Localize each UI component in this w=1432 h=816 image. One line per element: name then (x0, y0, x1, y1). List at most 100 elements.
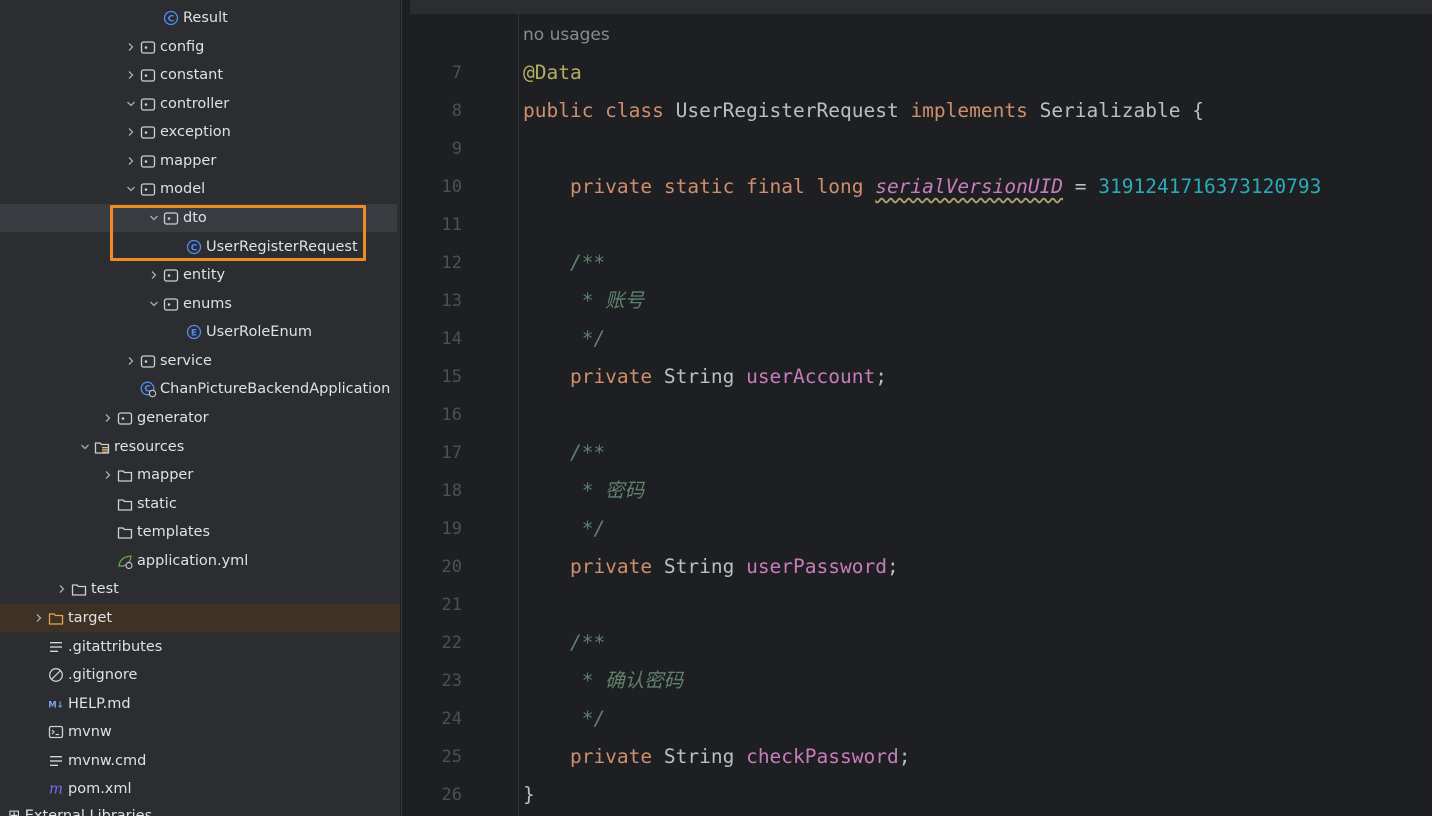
tree-item-gitattributes[interactable]: .gitattributes (0, 633, 397, 661)
tree-item-help-md[interactable]: M↓ HELP.md (0, 690, 397, 718)
chevron-right-icon[interactable] (100, 470, 116, 480)
chevron-down-icon[interactable] (146, 299, 162, 309)
package-icon (139, 352, 157, 370)
tree-item-mapper[interactable]: mapper (0, 461, 397, 489)
line-number: 18 (441, 481, 462, 501)
chevron-right-icon[interactable] (123, 42, 139, 52)
line-number: 9 (451, 139, 462, 159)
code-line[interactable]: private String userPassword; (523, 548, 899, 586)
tree-item-test[interactable]: test (0, 575, 397, 603)
tree-item-label: .gitignore (68, 667, 138, 684)
code-token: implements (910, 99, 1040, 122)
chevron-down-icon[interactable] (77, 442, 93, 452)
chevron-right-icon[interactable] (123, 70, 139, 80)
line-number: 10 (441, 177, 462, 197)
code-line[interactable]: */ (523, 320, 606, 358)
code-token: */ (523, 707, 606, 730)
code-token: public class (523, 99, 676, 122)
yaml-file-icon (116, 552, 134, 570)
package-icon (139, 152, 157, 170)
svg-text:C: C (168, 14, 175, 24)
tree-item-application-yml[interactable]: application.yml (0, 547, 397, 575)
line-number: 16 (441, 405, 462, 425)
tree-item-mvnw[interactable]: mvnw (0, 718, 397, 746)
tree-item-static[interactable]: static (0, 490, 397, 518)
code-line[interactable]: /** (523, 434, 605, 472)
tree-item-label: ChanPictureBackendApplication (160, 381, 391, 398)
chevron-right-icon[interactable] (54, 584, 70, 594)
code-line[interactable]: private static final long serialVersionU… (523, 168, 1321, 206)
code-line[interactable]: private String userAccount; (523, 358, 887, 396)
tree-item-generator[interactable]: generator (0, 404, 397, 432)
usage-hint[interactable]: no usages (523, 19, 610, 51)
tree-item-label: target (68, 609, 113, 626)
tree-item-label: config (160, 38, 205, 55)
tree-item-target[interactable]: target (0, 603, 400, 632)
tree-item-resources[interactable]: resources (0, 433, 397, 461)
code-line[interactable]: @Data (523, 54, 582, 92)
code-line[interactable]: } (523, 776, 535, 814)
tree-item-external-libraries[interactable]: ⊞ External Libraries (8, 806, 152, 816)
tree-item-label: pom.xml (68, 781, 132, 798)
code-token: checkPassword (746, 745, 899, 768)
tree-item-label: exception (160, 124, 231, 141)
code-token: Serializable { (1039, 99, 1204, 122)
svg-text:E: E (191, 329, 197, 339)
tree-item-controller[interactable]: controller (0, 90, 397, 118)
tree-item-config[interactable]: config (0, 33, 397, 61)
tree-item-label: .gitattributes (68, 638, 163, 655)
tree-item-label: enums (183, 295, 232, 312)
chevron-right-icon[interactable] (123, 156, 139, 166)
tree-item-service[interactable]: service (0, 347, 397, 375)
tree-item-model[interactable]: model (0, 175, 397, 203)
code-line[interactable]: * 账号 (523, 282, 645, 320)
tree-item-pom-xml[interactable]: m pom.xml (0, 775, 397, 803)
chevron-down-icon[interactable] (123, 99, 139, 109)
code-line[interactable]: private String checkPassword; (523, 738, 911, 776)
code-token: userAccount (746, 365, 876, 388)
code-token: private static final long (523, 175, 876, 198)
tree-item-mvnw-cmd[interactable]: mvnw.cmd (0, 747, 397, 775)
tree-item-exception[interactable]: exception (0, 118, 397, 146)
line-number: 17 (441, 443, 462, 463)
line-number: 25 (441, 747, 462, 767)
folder-icon (116, 495, 134, 513)
tree-item-mapper[interactable]: mapper (0, 147, 397, 175)
project-tree[interactable]: C Result config constant controller exception… (0, 0, 400, 816)
line-number: 7 (451, 63, 462, 83)
code-line[interactable]: */ (523, 700, 606, 738)
code-token: ; (886, 555, 899, 578)
code-line[interactable]: * 确认密码 (523, 662, 684, 700)
line-number: 20 (441, 557, 462, 577)
tree-item-templates[interactable]: templates (0, 518, 397, 546)
shell-file-icon (47, 723, 65, 741)
folder-icon (70, 580, 88, 598)
code-token: @Data (523, 61, 582, 84)
code-line[interactable]: /** (523, 624, 605, 662)
chevron-right-icon[interactable] (31, 613, 47, 623)
package-icon (162, 266, 180, 284)
package-icon (116, 409, 134, 427)
text-file-icon (47, 752, 65, 770)
line-number: 8 (451, 101, 462, 121)
code-token: private (523, 555, 664, 578)
chevron-right-icon[interactable] (123, 127, 139, 137)
tree-item-chanpicturebackendapplication[interactable]: C ChanPictureBackendApplication (0, 375, 397, 403)
code-line[interactable]: /** (523, 244, 605, 282)
code-line[interactable]: */ (523, 510, 606, 548)
tree-item-label: model (160, 181, 206, 198)
tree-item-label: entity (183, 267, 226, 284)
tree-item-entity[interactable]: entity (0, 261, 397, 289)
tree-item-enums[interactable]: enums (0, 290, 397, 318)
chevron-right-icon[interactable] (100, 413, 116, 423)
code-line[interactable]: * 密码 (523, 472, 645, 510)
chevron-right-icon[interactable] (146, 270, 162, 280)
code-editor[interactable]: 6 no usages 7 @Data 8 public class UserRegi… (410, 0, 1432, 816)
tree-item-gitignore[interactable]: .gitignore (0, 661, 397, 689)
chevron-down-icon[interactable] (123, 184, 139, 194)
tree-item-result[interactable]: C Result (0, 4, 397, 32)
tree-item-constant[interactable]: constant (0, 61, 397, 89)
chevron-right-icon[interactable] (123, 356, 139, 366)
tree-item-userroleenum[interactable]: E UserRoleEnum (0, 318, 397, 346)
code-line[interactable]: public class UserRegisterRequest impleme… (523, 92, 1204, 130)
